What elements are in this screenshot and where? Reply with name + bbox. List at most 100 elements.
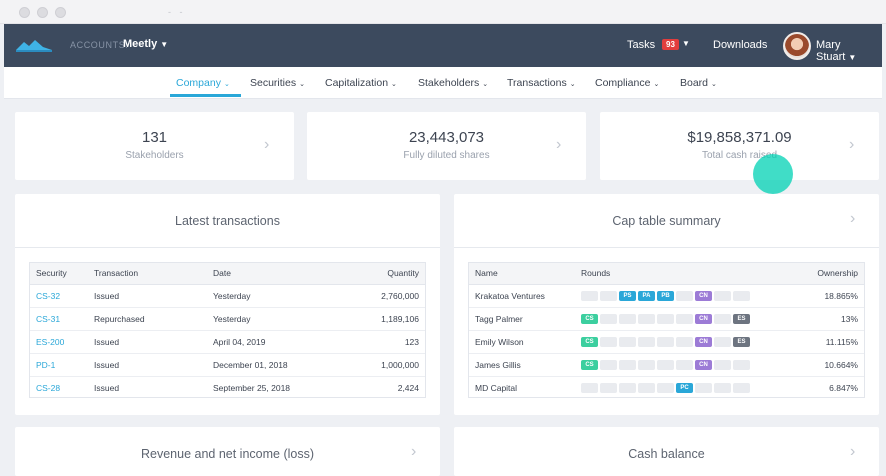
column-header: Ownership (799, 263, 864, 285)
column-header: Rounds (575, 263, 800, 285)
avatar[interactable] (783, 32, 811, 60)
table-row[interactable]: Emily Wilson CS PC PS PA PB PC CN WAR ES 11.115% (469, 330, 864, 354)
panel-title: Revenue and net income (loss) (140, 447, 314, 461)
transaction-quantity: 1,189,106 (346, 307, 425, 331)
table-row[interactable]: James Gillis CS PC PS PA PB PC CN WAR ES 10.664% (469, 353, 864, 377)
panel-divider (15, 247, 440, 248)
user-menu[interactable]: Mary Stuart ▼ (816, 39, 882, 63)
tab-capitalization[interactable]: Capitalization ⌄ (325, 77, 397, 89)
panel-title: Cash balance (628, 447, 705, 461)
top-bar: ACCOUNTS: Meetly ▼ Tasks 93 ▼ Downloads M… (4, 24, 882, 67)
round-badge: PC (600, 336, 617, 347)
tab-transactions[interactable]: Transactions ⌄ (507, 77, 576, 89)
stakeholder-name: Tagg Palmer (469, 307, 575, 331)
account-switcher[interactable]: Meetly ▼ (123, 38, 168, 50)
stat-card-cash-raised[interactable]: $19,858,371.09 Total cash raised › (600, 112, 879, 180)
window-titlebar: - - (0, 0, 886, 24)
security-link[interactable]: CS-32 (30, 284, 88, 308)
security-link[interactable]: CS-31 (30, 307, 88, 331)
tab-securities[interactable]: Securities ⌄ (250, 77, 305, 89)
stakeholder-name: James Gillis (469, 353, 575, 377)
transaction-type: Issued (88, 353, 207, 377)
tab-label: Capitalization (325, 77, 389, 89)
revenue-panel[interactable]: Revenue and net income (loss) › (15, 427, 440, 476)
downloads-link[interactable]: Downloads (713, 39, 767, 51)
chevron-right-icon: › (850, 443, 856, 460)
zoom-window-icon[interactable] (55, 7, 66, 18)
stat-label: Total cash raised (701, 150, 778, 161)
round-badge: CN (695, 336, 712, 347)
security-link[interactable]: PD-1 (30, 353, 88, 377)
cap-table-summary-panel[interactable]: Cap table summary › Name Rounds Ownershi… (454, 194, 879, 415)
round-badge: PS (619, 359, 636, 370)
column-header: Transaction (88, 263, 207, 285)
round-badge: PC (676, 383, 693, 394)
tab-company[interactable]: Company ⌄ (176, 77, 230, 89)
round-badge: WAR (714, 336, 731, 347)
chevron-down-icon: ⌄ (711, 81, 717, 88)
table-row[interactable]: PD-1 Issued December 01, 2018 1,000,000 (30, 353, 425, 377)
round-badge: ES (733, 290, 750, 301)
security-link[interactable]: ES-200 (30, 330, 88, 354)
transaction-quantity: 2,760,000 (346, 284, 425, 308)
column-header: Quantity (346, 263, 425, 285)
tab-board[interactable]: Board ⌄ (680, 77, 717, 89)
transaction-quantity: 1,000,000 (346, 353, 425, 377)
tab-label: Compliance (595, 77, 651, 89)
table-row[interactable]: CS-28 Issued September 25, 2018 2,424 (30, 376, 425, 399)
carta-logo-icon[interactable] (16, 38, 52, 52)
stat-value: 131 (141, 129, 168, 146)
round-badge: CS (581, 336, 598, 347)
transaction-type: Issued (94, 382, 120, 393)
transaction-date: Yesterday (207, 307, 347, 331)
round-badge: PC (600, 313, 617, 324)
stat-value: 23,443,073 (408, 129, 485, 146)
stat-card-stakeholders[interactable]: 131 Stakeholders › (15, 112, 294, 180)
close-window-icon[interactable] (19, 7, 30, 18)
cap-table: Name Rounds Ownership Krakatoa Ventures C… (468, 262, 865, 398)
chevron-down-icon: ⌄ (482, 81, 489, 88)
round-badge: CS (581, 359, 598, 370)
tab-stakeholders[interactable]: Stakeholders ⌄ (418, 77, 488, 89)
chevron-down-icon: ⌄ (299, 81, 305, 88)
rounds-cell: CS PC PS PA PB PC CN WAR ES (575, 307, 800, 331)
round-badge: PC (600, 290, 617, 301)
tasks-menu[interactable]: Tasks (627, 39, 655, 51)
accounts-label: ACCOUNTS: (70, 40, 129, 50)
cash-balance-panel[interactable]: Cash balance › (454, 427, 879, 476)
table-row[interactable]: CS-32 Issued Yesterday 2,760,000 (30, 284, 425, 308)
titlebar-mark: - - (168, 7, 186, 17)
minimize-window-icon[interactable] (37, 7, 48, 18)
round-badge: PS (619, 383, 636, 394)
table-row[interactable]: Krakatoa Ventures CS PC PS PA PB PC CN WAR ES 18.8… (469, 284, 864, 308)
round-badge: ES (733, 336, 750, 347)
table-row[interactable]: ES-200 Issued April 04, 2019 123 (30, 330, 425, 354)
stat-value: $19,858,371.09 (687, 129, 792, 146)
transactions-table: Security Transaction Date Quantity CS-32… (29, 262, 426, 398)
transaction-quantity: 123 (346, 330, 425, 354)
round-badge: CN (695, 313, 712, 324)
chevron-down-icon: ▼ (848, 53, 857, 62)
tab-label: Securities (250, 77, 297, 89)
round-badge: CS (581, 313, 598, 324)
round-badge: CS (581, 383, 598, 394)
round-badge: PC (676, 290, 693, 301)
chevron-down-icon[interactable]: ▼ (682, 39, 690, 48)
tab-label: Transactions (507, 77, 567, 89)
stakeholder-name: Krakatoa Ventures (469, 284, 575, 308)
column-header: Name (469, 263, 575, 285)
table-row[interactable]: CS-31 Repurchased Yesterday 1,189,106 (30, 307, 425, 331)
chevron-right-icon: › (850, 210, 856, 227)
user-name: Mary Stuart (816, 39, 846, 63)
table-row[interactable]: Tagg Palmer CS PC PS PA PB PC CN WAR ES 13% (469, 307, 864, 331)
round-badge: PC (600, 383, 617, 394)
round-badge: ES (733, 383, 750, 394)
security-link[interactable]: CS-28 (30, 376, 88, 399)
ownership-value: 13% (799, 307, 864, 331)
stat-card-shares[interactable]: 23,443,073 Fully diluted shares › (307, 112, 586, 180)
table-row[interactable]: MD Capital CS PC PS PA PB PC CN WAR ES 6.847% (469, 376, 864, 399)
transaction-type: Issued (88, 330, 207, 354)
tab-compliance[interactable]: Compliance ⌄ (595, 77, 659, 89)
latest-transactions-panel: Latest transactions Security Transaction… (15, 194, 440, 415)
round-badge: WAR (714, 290, 731, 301)
